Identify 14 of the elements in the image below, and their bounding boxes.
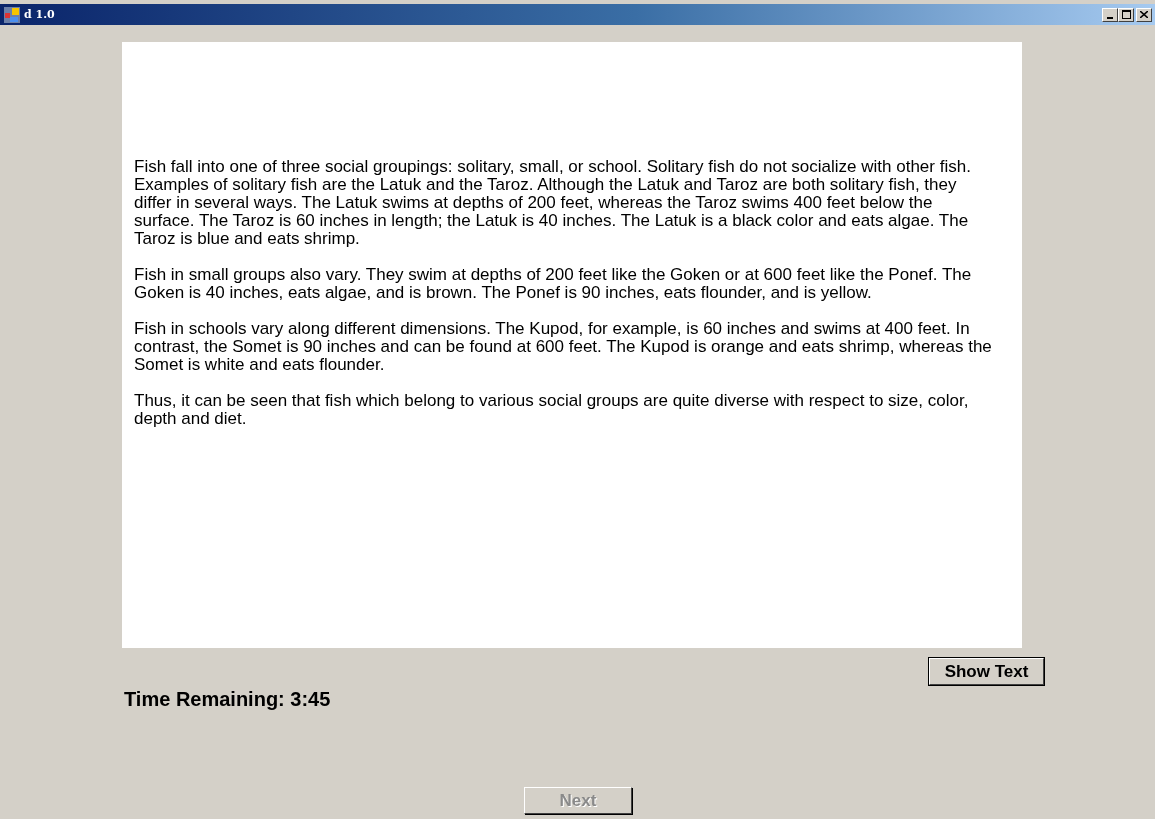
maximize-button[interactable] [1118,7,1134,22]
minimize-icon [1107,16,1113,19]
paragraph: Fish fall into one of three social groupings: solitary, small, or school. Solitary fish do not socialize with other fish. Examples of solitary fish are the Latuk and the Taroz. Although the Latuk and Taroz are both solitary fish, they differ in several ways. The Latuk swims at depths of 200 feet, whereas the Taroz swims 400 feet below the surface. The Taroz is 60 inches in length; the Latuk is 40 inches. The Latuk is a black color and eats algae. The Taroz is blue and eats shrimp. [134,158,972,248]
paragraph: Fish in schools vary along different dimensions. The Kupod, for example, is 60 inches and swims at 400 feet. In contrast, the Somet is 90 inches and can be found at 600 feet. The Kupod is orange and eats shrimp, whereas the Somet is white and eats flounder. [134,320,993,374]
window-title: d 1.0 [24,8,56,21]
paragraph: Fish in small groups also vary. They swim at depths of 200 feet like the Goken or at 600 feet like the Ponef. The Goken is 40 inches, eats algae, and is brown. The Ponef is 90 inches, eats flounder, and is yellow. [134,266,973,302]
close-button[interactable] [1136,7,1152,22]
paragraph: Thus, it can be seen that fish which belong to various social groups are quite diverse with respect to size, color, depth and diet. [134,392,970,428]
app-icon [4,6,20,23]
show-text-button[interactable]: Show Text [929,658,1044,685]
close-icon [1140,11,1148,18]
maximize-icon [1121,10,1131,19]
time-remaining: Time Remaining: 3:45 [124,688,331,711]
minimize-button[interactable] [1102,7,1118,22]
